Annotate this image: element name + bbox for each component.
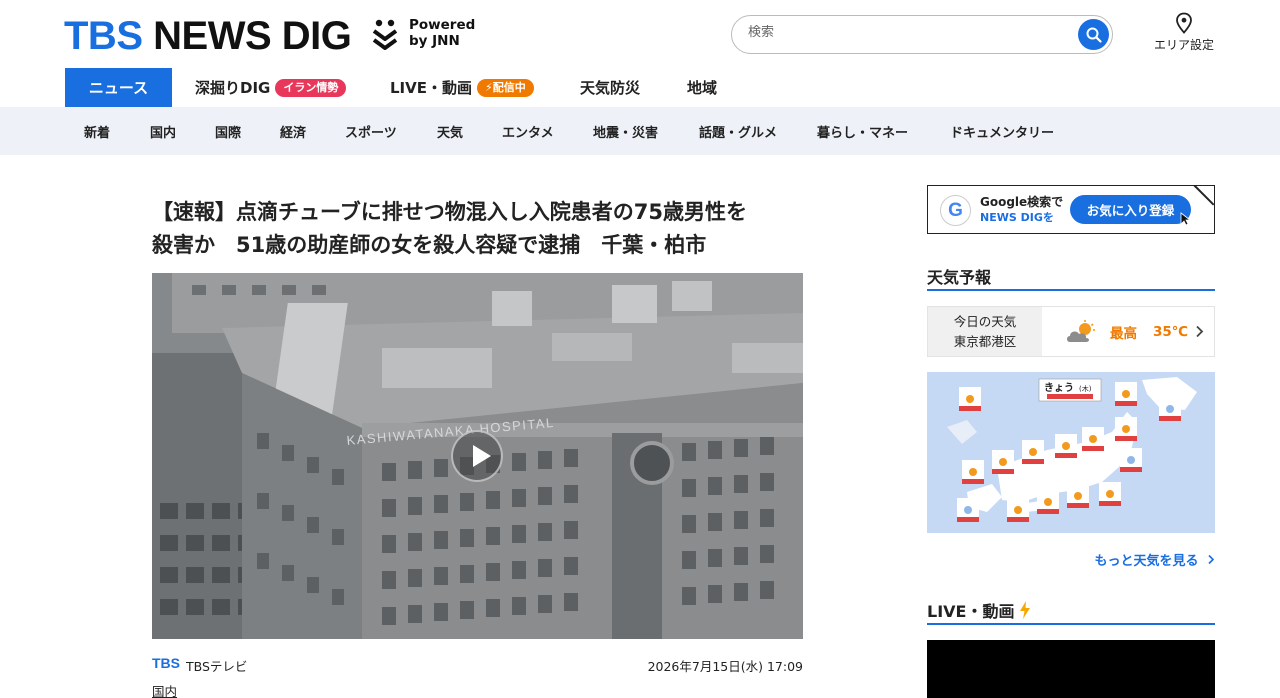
primary-nav: ニュース 深掘りDIG イラン情勢 LIVE・動画 ⚡配信中 天気防災 地域 [0,68,1280,107]
location-pin-icon [1176,12,1192,34]
nav-news[interactable]: ニュース [65,68,172,107]
weather-map[interactable]: きょう (木) [927,372,1215,533]
dig-mark-icon [372,19,398,50]
more-weather-link[interactable]: もっと天気を見る [1060,550,1215,569]
weather-section-line [927,289,1215,291]
weather-high-label: 最高 [1110,325,1137,342]
nav-latest[interactable]: 新着 [84,107,110,155]
chevron-right-icon [1208,554,1215,565]
live-section-label: LIVE・動画 [927,602,1015,621]
nav-domestic[interactable]: 国内 [150,107,176,155]
cursor-icon [1180,212,1191,226]
search-button[interactable] [1078,19,1109,50]
source-logo: TBS [152,655,180,671]
nav-international[interactable]: 国際 [215,107,241,155]
live-now-badge: ⚡配信中 [477,78,534,97]
google-icon: G [940,195,971,226]
search-input[interactable] [748,25,1068,40]
article-date: 2026年7月15日(水) 17:09 [647,659,803,674]
nav-weather-disaster[interactable]: 天気防災 [580,68,640,107]
cloudy-sunny-icon [1067,319,1095,342]
weather-forecast-box: 最高 35℃ [1042,307,1214,356]
google-favorite-banner[interactable]: G Google検索で NEWS DIGを お気に入り登録 [927,185,1215,234]
article-category[interactable]: 国内 [152,681,177,698]
article-video[interactable]: KASHIWATANAKA HOSPITAL [152,273,803,639]
search-icon [1086,27,1102,43]
logo-tbs: TBS [64,14,143,58]
headline-line-1: 【速報】点滴チューブに排せつ物混入し入院患者の75歳男性を [152,200,747,224]
today-weather-row[interactable]: 今日の天気 東京都港区 最高 35℃ [927,306,1215,357]
nav-earthquake-disaster[interactable]: 地震・災害 [593,107,658,155]
search-box [731,15,1113,54]
nav-news-label: ニュース [88,79,149,97]
weather-section-title: 天気予報 [927,268,992,287]
headline-line-2: 殺害か 51歳の助産師の女を殺人容疑で逮捕 千葉・柏市 [152,233,707,257]
article-headline: 【速報】点滴チューブに排せつ物混入し入院患者の75歳男性を 殺害か 51歳の助産… [152,196,812,262]
nav-topics-gourmet[interactable]: 話題・グルメ [699,107,777,155]
live-section-line [927,623,1215,625]
google-line-1: Google検索で [980,195,1064,209]
logo-news-dig: NEWS DIG [153,14,352,58]
chevron-right-icon [1196,325,1204,338]
map-title: きょう [1044,382,1074,394]
nav-region-label: 地域 [687,79,718,97]
live-section-title: LIVE・動画 [927,598,1031,622]
nav-living-money[interactable]: 暮らし・マネー [817,107,908,155]
nav-fukabori-label: 深掘りDIG [195,79,271,97]
area-setting-label: エリア設定 [1153,38,1214,52]
area-setting[interactable]: エリア設定 [1146,12,1222,53]
nav-region[interactable]: 地域 [687,68,717,107]
secondary-nav: 新着 国内 国際 経済 スポーツ 天気 エンタメ 地震・災害 話題・グルメ 暮ら… [0,107,1280,155]
site-logo[interactable]: TBS NEWS DIG [64,14,352,58]
nav-entertainment[interactable]: エンタメ [502,107,554,155]
iran-badge: イラン情勢 [275,78,347,97]
google-banner-text: Google検索で NEWS DIGを [980,194,1063,226]
lightning-icon [1020,601,1031,619]
live-video-player[interactable] [927,640,1215,698]
nav-live-video[interactable]: LIVE・動画 ⚡配信中 [390,68,534,107]
nav-documentary[interactable]: ドキュメンタリー [950,107,1054,155]
nav-live-label: LIVE・動画 [390,79,472,97]
add-favorite-button[interactable]: お気に入り登録 [1070,195,1191,224]
weather-location-label: 東京都港区 [953,334,1017,349]
japan-map-image: きょう (木) [927,372,1215,533]
weather-today-label: 今日の天気 [953,314,1017,329]
nav-economy[interactable]: 経済 [280,107,306,155]
google-line-2: NEWS DIGを [980,211,1054,224]
more-weather-label: もっと天気を見る [1094,554,1199,569]
source-name: TBSテレビ [186,659,248,674]
nav-sports[interactable]: スポーツ [345,107,397,155]
powered-by-jnn: Powered by JNN [409,17,475,49]
nav-weather-label: 天気防災 [580,79,641,97]
nav-weather[interactable]: 天気 [437,107,463,155]
map-day: (木) [1079,384,1092,393]
powered-line1: Powered [409,17,476,33]
weather-location-box: 今日の天気 東京都港区 [928,307,1042,356]
powered-line2: by JNN [409,33,460,49]
nav-fukabori-dig[interactable]: 深掘りDIG イラン情勢 [195,68,347,107]
play-button[interactable] [451,430,503,482]
weather-high-temp: 35℃ [1153,323,1189,340]
